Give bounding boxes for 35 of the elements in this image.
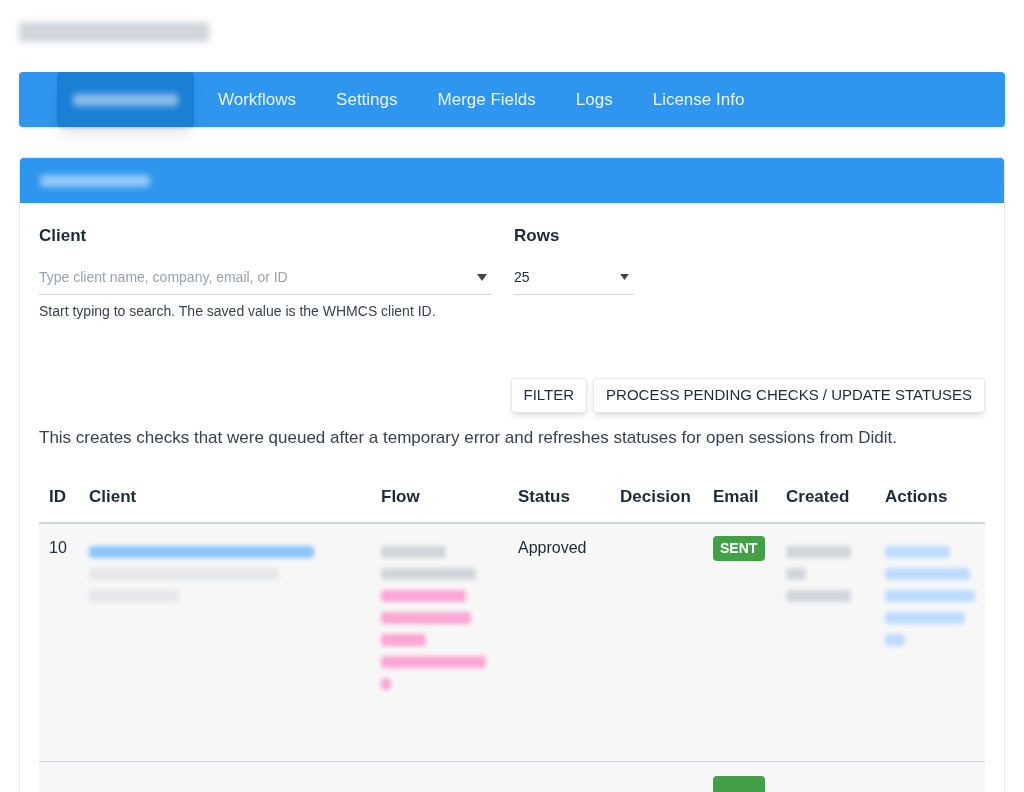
rows-label: Rows: [514, 225, 561, 247]
column-header: Decision: [620, 486, 692, 508]
filter-button[interactable]: FILTER: [510, 377, 588, 413]
nav-tab[interactable]: Settings: [320, 72, 414, 127]
id-cell: 10: [49, 539, 67, 556]
process-button[interactable]: PROCESS PENDING CHECKS / UPDATE STATUSES: [593, 377, 985, 413]
client-search-field[interactable]: Type client name, company, email, or ID: [39, 266, 439, 288]
blurred-text: [381, 634, 426, 646]
column-header: ID: [48, 486, 67, 508]
column-header: Client: [89, 486, 138, 508]
status-cell: Approved: [518, 539, 587, 556]
blurred-text: [885, 546, 950, 558]
blurred-text: [786, 568, 806, 580]
nav-tab[interactable]: Merge Fields: [421, 72, 552, 127]
nav-tab[interactable]: Workflows: [202, 72, 313, 127]
info-note: This creates checks that were queued after a temporary error and refreshes statuses for open sessions from Didit.: [39, 426, 898, 449]
column-header: Actions: [885, 486, 949, 508]
column-header: Status: [518, 486, 571, 508]
column-header: Flow: [381, 486, 421, 508]
blurred-text: [885, 634, 905, 646]
blurred-text: [786, 546, 851, 558]
blurred-text: [381, 546, 446, 558]
client-label: Client: [39, 225, 88, 247]
blurred-text: [786, 590, 851, 602]
sent-badge: SENT: [713, 536, 765, 561]
nav-tab[interactable]: [57, 72, 194, 127]
column-header: Created: [786, 486, 851, 508]
rows-select[interactable]: 25: [514, 260, 634, 295]
nav-tab[interactable]: Logs: [559, 72, 629, 127]
column-header: Email: [713, 486, 760, 508]
caret-icon: [477, 273, 487, 281]
client-help-text: Start typing to search. The saved value is the WHMCS client ID.: [39, 301, 437, 321]
blurred-text: [381, 678, 391, 690]
caret-icon: [620, 274, 629, 280]
nav-tab[interactable]: License Info: [636, 72, 761, 127]
